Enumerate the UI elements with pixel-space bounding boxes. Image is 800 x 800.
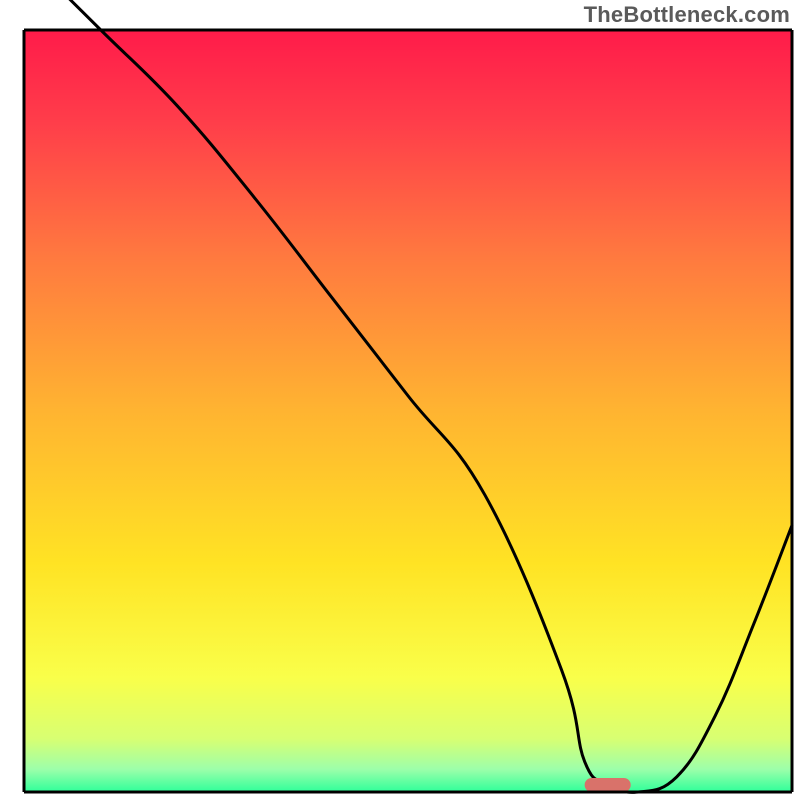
plot-background bbox=[24, 30, 792, 792]
bottleneck-chart bbox=[0, 0, 800, 800]
chart-container: TheBottleneck.com bbox=[0, 0, 800, 800]
optimal-marker bbox=[585, 778, 631, 792]
watermark-text: TheBottleneck.com bbox=[584, 2, 790, 28]
